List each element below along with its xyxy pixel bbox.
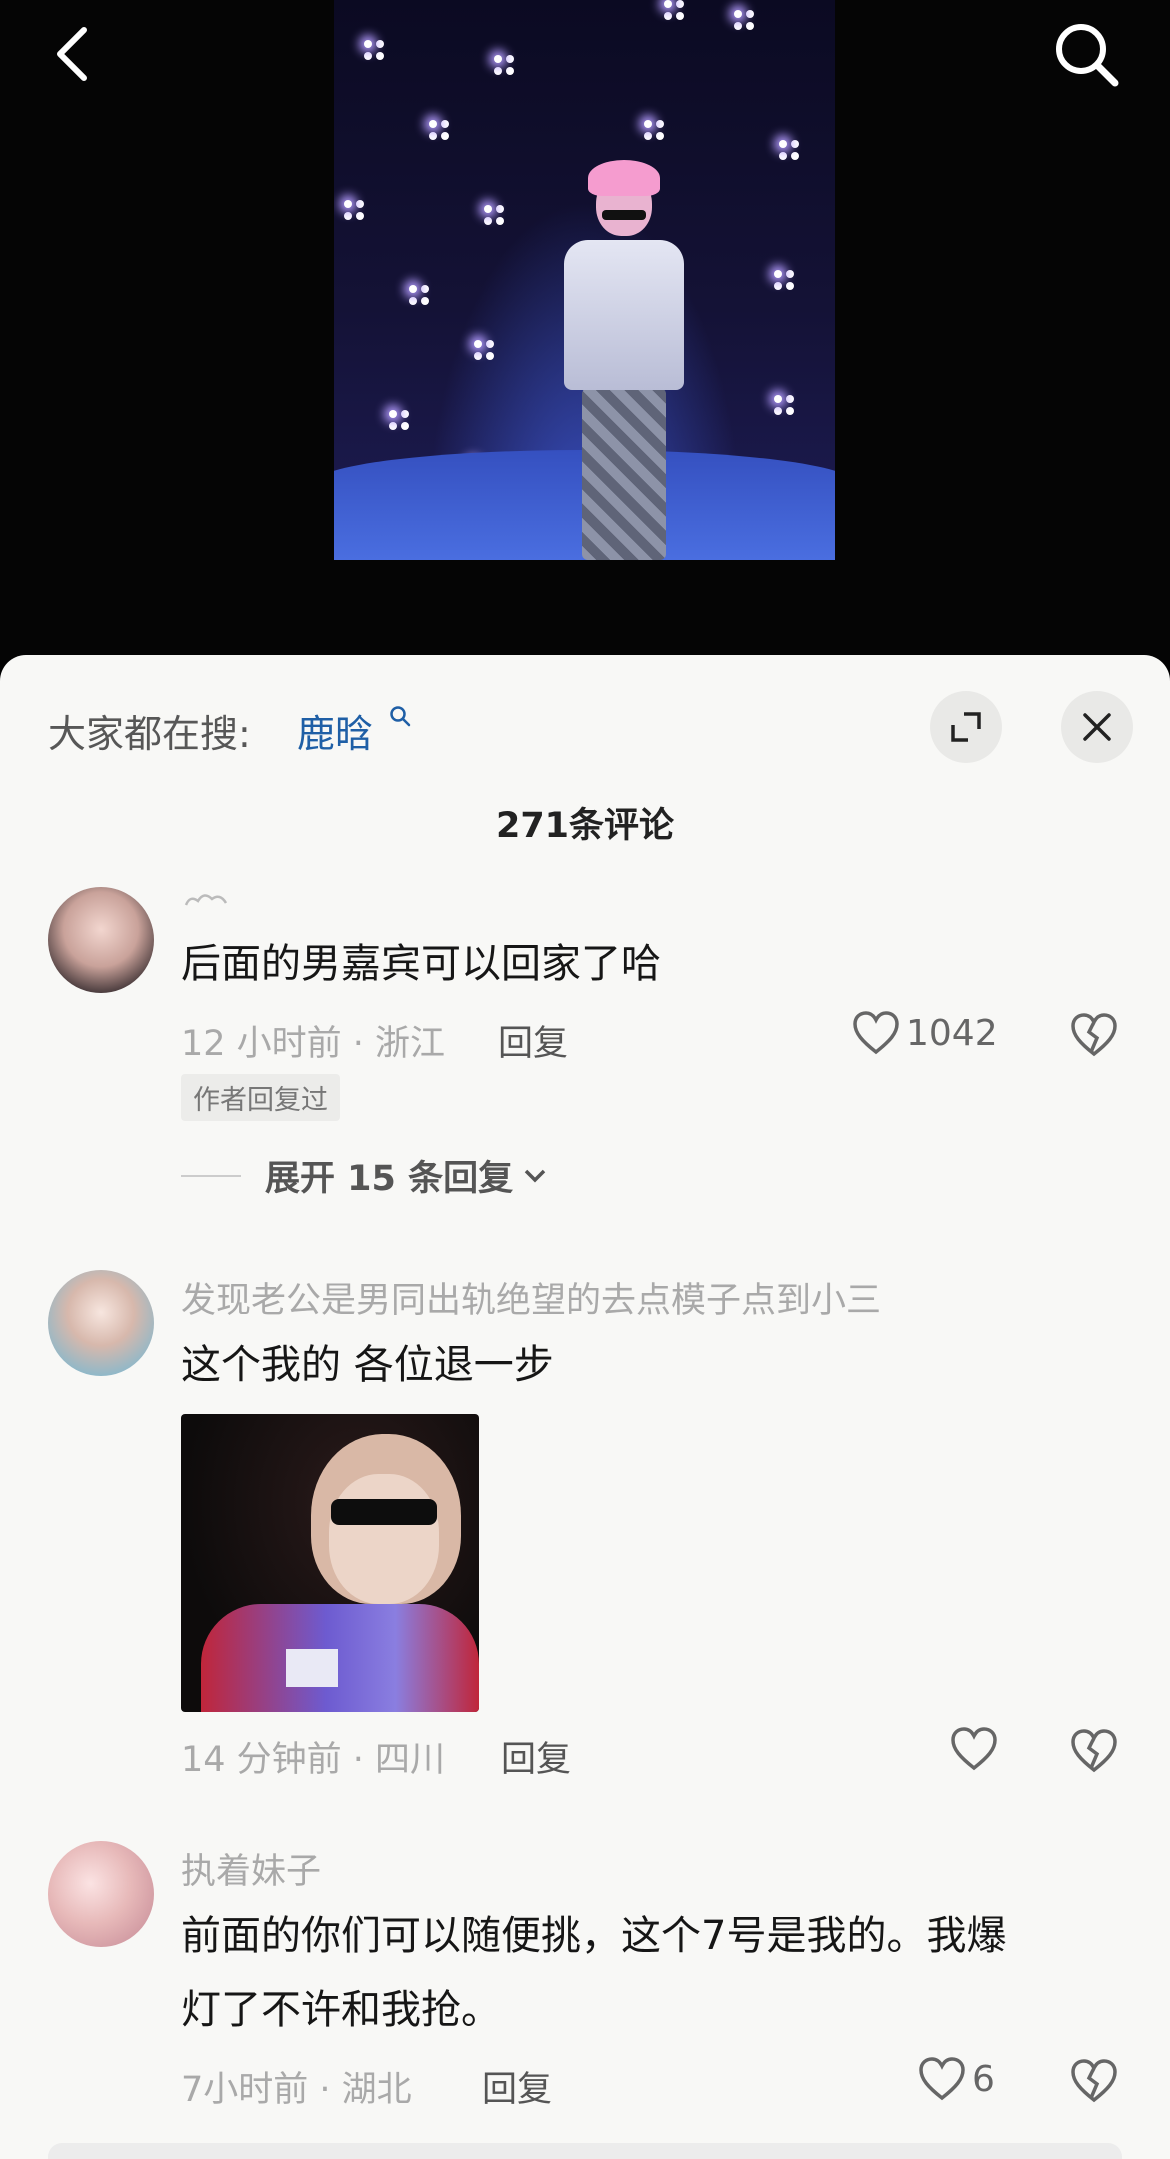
like-button[interactable] [950,1726,998,1772]
performer [564,160,684,560]
cloud-icon [184,894,228,906]
like-button[interactable]: 6 [918,2056,995,2102]
expand-replies-label: 展开 15 条回复 [265,1159,514,1199]
avatar[interactable] [48,887,154,993]
comment-sheet: 大家都在搜: 鹿晗 271条评论 后面的男嘉宾可以回家了哈 12 小时前 · 浙… [0,655,1170,2159]
comment-meta: 14 分钟前 · 四川 [181,1740,446,1780]
comment-count: 271条评论 [495,806,675,846]
comment-text: 这个我的 各位退一步 [181,1342,554,1388]
heart-icon [853,1011,899,1055]
stage-light [484,205,492,213]
stage-light [664,0,672,8]
stage-light [409,285,417,293]
comment-input-bar[interactable] [48,2143,1122,2159]
expand-replies-button[interactable]: 展开 15 条回复 [181,1150,547,1201]
like-count: 1042 [906,1012,998,1054]
stage-light [774,270,782,278]
stage-light [389,410,397,418]
reply-button[interactable]: 回复 [501,1731,571,1782]
stage-light [474,340,482,348]
comment-username[interactable]: 发现老公是男同出轨绝望的去点模子点到小三 [181,1272,881,1323]
close-icon [1083,713,1111,741]
comment-meta: 7小时前 · 湖北 [181,2070,412,2110]
jacket-shape [201,1604,479,1712]
video-frame[interactable] [334,0,835,560]
search-suggestion-prefix: 大家都在搜: [48,712,251,756]
dislike-button[interactable] [1070,1012,1118,1062]
face-shape [329,1474,439,1604]
heart-icon [919,2057,965,2101]
performer-pants [582,388,666,560]
broken-heart-icon [1071,1729,1117,1773]
broken-heart-icon [1071,2059,1117,2103]
stage-light [774,395,782,403]
comment-text-line-2: 灯了不许和我抢。 [181,1987,501,2033]
expand-icon [951,712,981,742]
chevron-left-icon [57,27,87,81]
performer-glasses [602,210,646,220]
avatar[interactable] [48,1270,154,1376]
stage-light [644,120,652,128]
stage-light [779,140,787,148]
comment-username[interactable]: 执着妹子 [181,1843,321,1894]
divider [181,1174,241,1177]
stage-light [734,10,742,18]
search-button[interactable] [1046,14,1126,94]
avatar[interactable] [48,1841,154,1947]
stage-light [364,40,372,48]
search-icon [390,706,411,727]
comment-text-line-1: 前面的你们可以随便挑，这个7号是我的。我爆 [181,1913,1007,1959]
comment-meta: 12 小时前 · 浙江 [181,1024,446,1064]
reply-button[interactable]: 回复 [498,1015,568,1066]
close-button[interactable] [1061,691,1133,763]
comment-image[interactable] [181,1414,479,1712]
stage-light [429,120,437,128]
reply-button[interactable]: 回复 [482,2061,552,2112]
comment-text: 后面的男嘉宾可以回家了哈 [181,941,661,987]
expand-button[interactable] [930,691,1002,763]
performer-jacket [564,240,684,390]
performer-hair [588,160,660,196]
video-player[interactable] [0,0,1170,660]
search-suggestion-link[interactable]: 鹿晗 [297,703,373,758]
chevron-down-icon [524,1169,546,1182]
stage-light [344,200,352,208]
like-button[interactable]: 1042 [852,1010,998,1056]
heart-icon [951,1727,997,1771]
dislike-button[interactable] [1070,1728,1118,1778]
back-button[interactable] [32,14,112,94]
broken-heart-icon [1071,1013,1117,1057]
dislike-button[interactable] [1070,2058,1118,2108]
search-icon [1056,24,1119,87]
patch-shape [286,1649,338,1687]
like-count: 6 [972,2058,995,2100]
sunglasses-shape [331,1499,437,1525]
author-replied-badge: 作者回复过 [181,1074,340,1121]
stage-light [494,55,502,63]
